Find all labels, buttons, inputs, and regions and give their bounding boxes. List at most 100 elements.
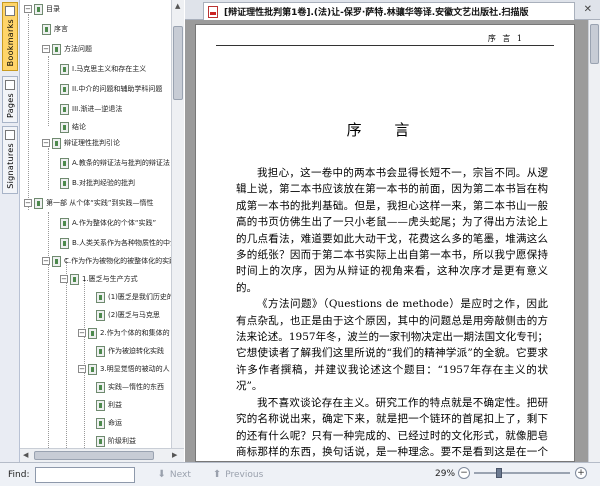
bookmark-item[interactable]: − 第一部 从个体“实践”到实践—惰性 (24, 196, 153, 210)
bookmark-label: B.人类关系作为各种物质性的中介 (72, 239, 171, 247)
bookmark-icon (60, 177, 69, 189)
scrollbar-thumb[interactable] (173, 26, 183, 100)
zoom-in-button[interactable]: + (575, 467, 587, 479)
bookmark-label: 辩证理性批判引论 (64, 139, 120, 147)
bookmark-item[interactable]: (2)匮乏与马克思 (96, 308, 160, 322)
running-head: 序 言 1 (487, 34, 524, 43)
bookmark-icon (96, 345, 105, 357)
bookmark-label: 作为被迫转化实践 (108, 347, 164, 355)
bookmark-item[interactable]: III.渐进—逆退法 (60, 102, 122, 116)
collapse-icon[interactable]: − (42, 45, 50, 53)
bookmark-item[interactable]: 利益 (96, 398, 122, 412)
bookmark-item[interactable]: (1)匮乏是我们历史的 (96, 290, 171, 304)
close-icon[interactable]: ✕ (584, 4, 592, 15)
paragraph: 我不喜欢谈论存在主义。研究工作的特点就是不确定性。把研究的名称说出来，确定下来，… (236, 396, 548, 458)
bookmark-icon (52, 43, 61, 55)
bookmark-label: 命运 (108, 419, 122, 427)
tab-bookmarks[interactable]: Bookmarks (2, 2, 18, 72)
bookmark-icon (88, 327, 97, 339)
bookmark-vertical-scrollbar[interactable]: ▲ ▼ (171, 0, 184, 462)
pages-icon (5, 80, 15, 90)
tab-pages-label: Pages (5, 93, 15, 119)
bookmark-icon (96, 399, 105, 411)
document-vertical-scrollbar[interactable] (588, 20, 600, 462)
collapse-icon[interactable]: − (24, 5, 32, 13)
bookmark-icon (60, 103, 69, 115)
bookmark-item[interactable]: − 辩证理性批判引论 (42, 136, 120, 150)
find-bar: Find: ⬇ Next ⬆ Previous 29% − + (0, 462, 600, 486)
bookmark-item[interactable]: − 1.匮乏与生产方式 (60, 272, 138, 286)
bookmark-item[interactable]: − 3.明显觉悟的被动的人 (78, 362, 170, 376)
bookmark-item[interactable]: 实践—惰性的东西 (96, 380, 164, 394)
bookmark-label: A.教条的辩证法与批判的辩证法 (72, 159, 170, 167)
find-next-button[interactable]: ⬇ Next (157, 469, 190, 480)
tab-signatures[interactable]: Signatures (2, 126, 18, 194)
tab-pages[interactable]: Pages (2, 76, 18, 124)
signatures-icon (5, 130, 15, 140)
bookmark-label: B.对批判经验的批判 (72, 179, 136, 187)
bookmark-item[interactable]: − C.作为作为被物化的被整体化的实践 (42, 254, 171, 268)
bookmark-horizontal-scrollbar[interactable]: ◀ ▶ (20, 448, 184, 462)
bookmark-item[interactable]: 阶级利益 (96, 434, 136, 448)
collapse-icon[interactable]: − (42, 257, 50, 265)
bookmark-item[interactable]: 作为被迫转化实践 (96, 344, 164, 358)
bookmark-icon (96, 291, 105, 303)
bookmark-item[interactable]: II.中介的问题和辅助学科问题 (60, 82, 162, 96)
bookmark-item[interactable]: B.对批判经验的批判 (60, 176, 135, 190)
find-previous-button[interactable]: ⬆ Previous (213, 469, 263, 480)
bookmark-label: 序言 (54, 25, 68, 33)
bookmark-item[interactable]: 命运 (96, 416, 122, 430)
scrollbar-thumb[interactable] (590, 24, 599, 64)
scroll-right-icon[interactable]: ▶ (172, 451, 177, 459)
bookmark-label: 实践—惰性的东西 (108, 383, 164, 391)
collapse-icon[interactable]: − (42, 139, 50, 147)
tab-bookmarks-label: Bookmarks (5, 19, 15, 67)
bookmark-label: 1.匮乏与生产方式 (82, 275, 138, 283)
find-input[interactable] (35, 466, 136, 483)
collapse-icon[interactable]: − (78, 365, 86, 373)
bookmark-item[interactable]: B.人类关系作为各种物质性的中介 (60, 236, 171, 250)
zoom-out-button[interactable]: − (458, 467, 470, 479)
arrow-up-icon: ⬆ (212, 469, 222, 480)
bookmark-icon (60, 63, 69, 75)
bookmark-icon (60, 83, 69, 95)
document-tab[interactable]: [辩证理性批判第1卷].(法)让-保罗·萨特.林骧华等译.安徽文艺出版社.扫描版 (203, 2, 575, 20)
scrollbar-thumb[interactable] (34, 451, 154, 460)
bookmark-item[interactable]: − 目录 (24, 2, 60, 16)
page-body: 我担心，这一卷中的两本书会显得长短不一，宗旨不同。从逻辑上说，第二本书应该放在第… (236, 165, 548, 461)
zoom-level: 29% (435, 469, 456, 479)
document-viewer: [辩证理性批判第1卷].(法)让-保罗·萨特.林骧华等译.安徽文艺出版社.扫描版… (185, 0, 600, 462)
collapse-icon[interactable]: − (24, 199, 32, 207)
tab-signatures-label: Signatures (5, 143, 15, 189)
bookmark-item[interactable]: 结论 (60, 120, 86, 134)
collapse-icon[interactable]: − (78, 329, 86, 337)
document-tab-bar: [辩证理性批判第1卷].(法)让-保罗·萨特.林骧华等译.安徽文艺出版社.扫描版… (185, 0, 600, 20)
scroll-left-icon[interactable]: ◀ (23, 451, 28, 459)
find-previous-label: Previous (225, 469, 264, 480)
header-rule (216, 45, 554, 46)
bookmark-icon (60, 237, 69, 249)
bookmark-icon (70, 273, 79, 285)
bookmark-item[interactable]: 序言 (42, 22, 68, 36)
zoom-slider-handle[interactable] (496, 468, 502, 478)
zoom-slider[interactable] (474, 472, 570, 474)
bookmark-icon (88, 363, 97, 375)
paragraph: 《方法问题》（Questions de methode）是应时之作，因此有点杂乱… (236, 298, 548, 393)
bookmark-label: (2)匮乏与马克思 (108, 311, 160, 319)
bookmark-item[interactable]: I.马克思主义和存在主义 (60, 62, 146, 76)
bookmark-item[interactable]: A.教条的辩证法与批判的辩证法 (60, 156, 170, 170)
bookmark-item[interactable]: − 方法问题 (42, 42, 92, 56)
bookmark-icon (60, 121, 69, 133)
bookmark-label: I.马克思主义和存在主义 (72, 65, 147, 73)
bookmark-icon (96, 435, 105, 447)
paragraph: 我担心，这一卷中的两本书会显得长短不一，宗旨不同。从逻辑上说，第二本书应该放在第… (236, 167, 548, 294)
collapse-icon[interactable]: − (60, 275, 68, 283)
bookmark-item[interactable]: A.作为整体化的个体“实践” (60, 216, 156, 230)
bookmark-label: 3.明显觉悟的被动的人 (100, 365, 170, 373)
bookmark-label: II.中介的问题和辅助学科问题 (72, 85, 163, 93)
scroll-up-icon[interactable]: ▲ (175, 2, 180, 10)
bookmark-label: 利益 (108, 401, 122, 409)
bookmark-label: 结论 (72, 123, 86, 131)
bookmark-item[interactable]: − 2.作为个体的和集体的 (78, 326, 170, 340)
bookmark-icon (34, 197, 43, 209)
